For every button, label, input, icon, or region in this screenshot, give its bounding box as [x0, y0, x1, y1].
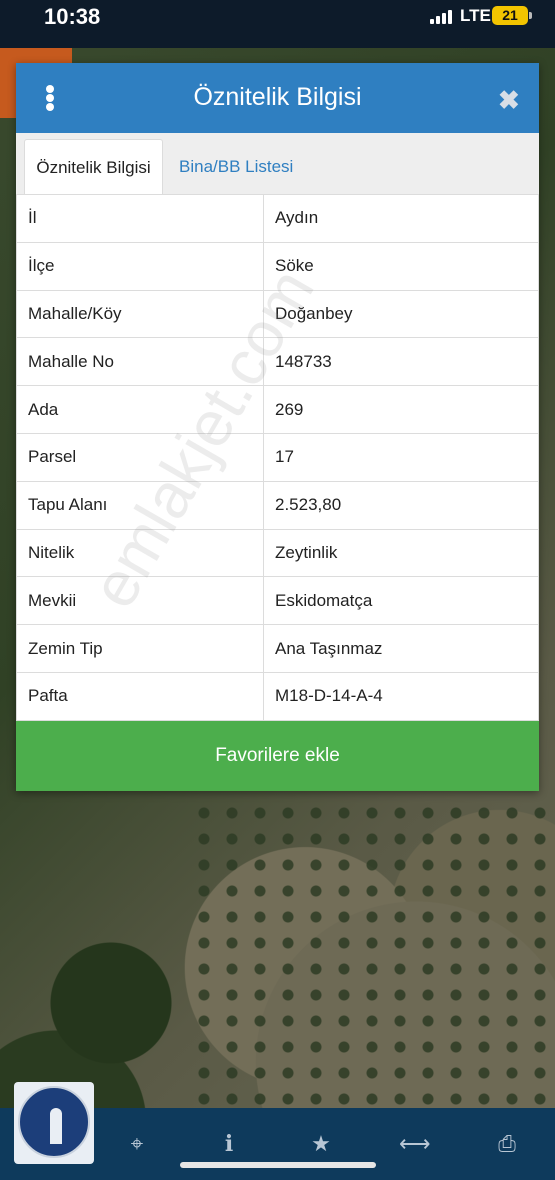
attr-key: Zemin Tip	[16, 624, 264, 673]
attr-value: Söke	[263, 241, 539, 291]
attr-key: Ada	[16, 385, 264, 434]
battery-icon: 21	[492, 6, 532, 25]
map-olive-trees	[190, 800, 555, 1110]
attr-value: M18-D-14-A-4	[263, 671, 539, 721]
tab-attribute-info[interactable]: Öznitelik Bilgisi	[24, 139, 163, 194]
attr-value: 269	[263, 385, 539, 434]
battery-level: 21	[502, 7, 518, 23]
table-row: İl Aydın	[16, 194, 539, 243]
star-icon[interactable]: ★	[307, 1130, 335, 1158]
signal-icon	[430, 10, 454, 24]
attr-value: 148733	[263, 337, 539, 387]
table-row: Nitelik Zeytinlik	[16, 528, 539, 578]
print-icon[interactable]: ⎙	[493, 1130, 521, 1158]
close-icon[interactable]: ✖	[498, 85, 520, 116]
table-row: Pafta M18-D-14-A-4	[16, 671, 539, 721]
locate-icon[interactable]: ⌖	[123, 1130, 151, 1158]
company-logo	[14, 1082, 94, 1164]
attr-value: 2.523,80	[263, 480, 539, 530]
measure-icon[interactable]: ⟷	[399, 1130, 431, 1158]
attribute-table: İl Aydın İlçe Söke Mahalle/Köy Doğanbey Mah…	[16, 194, 539, 721]
table-row: Mahalle/Köy Doğanbey	[16, 289, 539, 339]
add-favorites-button[interactable]: Favorilere ekle	[16, 721, 539, 791]
table-row: Mevkii Eskidomatça	[16, 576, 539, 626]
info-icon[interactable]: i	[215, 1130, 243, 1158]
attr-key: Tapu Alanı	[16, 480, 264, 530]
dialog-header: Öznitelik Bilgisi ✖	[16, 63, 539, 133]
attr-key: Nitelik	[16, 528, 264, 578]
attr-key: İl	[16, 194, 264, 243]
dialog-title: Öznitelik Bilgisi	[193, 83, 362, 111]
table-row: Zemin Tip Ana Taşınmaz	[16, 624, 539, 673]
table-row: Tapu Alanı 2.523,80	[16, 480, 539, 530]
tab-bar: Öznitelik Bilgisi Bina/BB Listesi	[16, 133, 539, 194]
attr-key: Mahalle/Köy	[16, 289, 264, 339]
logo-seal	[18, 1086, 90, 1158]
status-bar: 10:38 LTE 21	[0, 0, 555, 48]
attr-value: Doğanbey	[263, 289, 539, 339]
attr-key: Pafta	[16, 671, 264, 721]
attr-key: Mevkii	[16, 576, 264, 626]
table-row: Parsel 17	[16, 432, 539, 482]
attr-value: Aydın	[263, 194, 539, 243]
table-row: Mahalle No 148733	[16, 337, 539, 387]
attribute-dialog: Öznitelik Bilgisi ✖ Öznitelik Bilgisi Bi…	[16, 63, 539, 791]
attr-key: İlçe	[16, 241, 264, 291]
attr-value: Zeytinlik	[263, 528, 539, 578]
home-indicator[interactable]	[180, 1162, 376, 1168]
attr-key: Mahalle No	[16, 337, 264, 387]
attr-value: Eskidomatça	[263, 576, 539, 626]
attr-key: Parsel	[16, 432, 264, 482]
attr-value: Ana Taşınmaz	[263, 624, 539, 673]
tab-building-list[interactable]: Bina/BB Listesi	[179, 139, 293, 194]
attr-value: 17	[263, 432, 539, 482]
table-row: Ada 269	[16, 385, 539, 434]
network-type: LTE	[460, 6, 491, 25]
tower-icon	[50, 1108, 62, 1144]
status-time: 10:38	[44, 4, 101, 29]
table-row: İlçe Söke	[16, 241, 539, 291]
